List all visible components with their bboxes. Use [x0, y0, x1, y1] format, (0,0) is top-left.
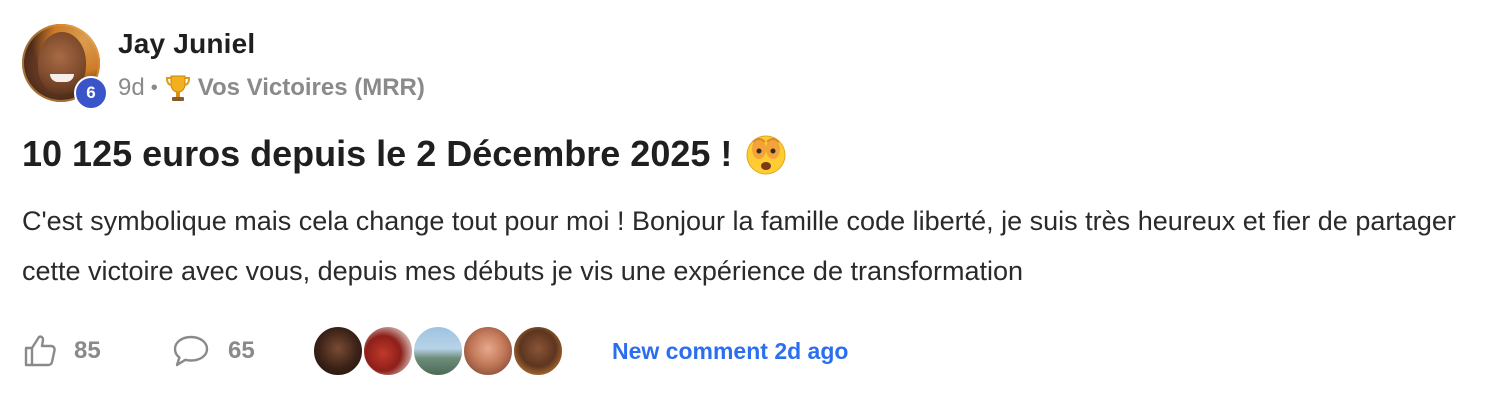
new-comment-link[interactable]: New comment 2d ago — [612, 338, 848, 365]
post-title-text: 10 125 euros depuis le 2 Décembre 2025 ! — [22, 133, 733, 174]
avatar[interactable] — [362, 325, 414, 377]
comments-count: 65 — [228, 337, 255, 364]
post-time: 9d — [118, 74, 145, 101]
face-with-peeking-eye-icon — [744, 132, 788, 176]
avatar[interactable] — [512, 325, 564, 377]
thumbs-up-icon — [22, 333, 58, 369]
meta-separator: • — [150, 76, 158, 99]
level-badge: 6 — [74, 76, 108, 110]
post-title[interactable]: 10 125 euros depuis le 2 Décembre 2025 ! — [22, 126, 788, 182]
like-button[interactable]: 85 — [22, 333, 172, 369]
post-footer: 85 65 New comment 2d ago — [22, 320, 848, 382]
comment-bubble-icon — [172, 334, 210, 368]
post-card: 6 Jay Juniel 9d • Vos Victoires (MRR) 10… — [0, 0, 1500, 400]
commenter-avatars[interactable] — [312, 325, 588, 377]
trophy-icon — [164, 73, 192, 103]
author-name[interactable]: Jay Juniel — [118, 28, 255, 60]
post-meta: 9d • Vos Victoires (MRR) — [118, 72, 425, 104]
post-body: C'est symbolique mais cela change tout p… — [22, 206, 1456, 286]
avatar[interactable] — [462, 325, 514, 377]
comment-button[interactable]: 65 — [172, 334, 312, 368]
avatar[interactable] — [312, 325, 364, 377]
avatar[interactable] — [412, 325, 464, 377]
author-avatar-container[interactable]: 6 — [22, 24, 108, 110]
likes-count: 85 — [74, 337, 101, 364]
post-category[interactable]: Vos Victoires (MRR) — [198, 74, 425, 102]
